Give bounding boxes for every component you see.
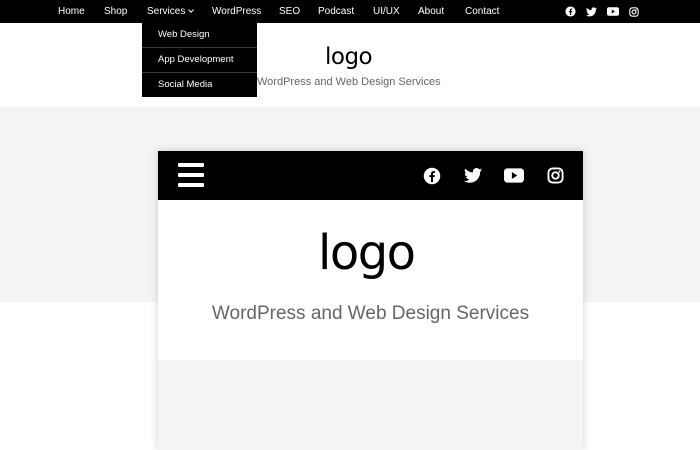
facebook-icon[interactable]: [565, 0, 576, 23]
instagram-icon[interactable]: [547, 151, 564, 200]
facebook-icon[interactable]: [423, 151, 441, 200]
card-logo[interactable]: logo: [318, 229, 416, 277]
nav-item-wordpress[interactable]: WordPress: [212, 0, 261, 23]
card-tagline: WordPress and Web Design Services: [211, 303, 530, 324]
dropdown-item-social-media[interactable]: Social Media: [142, 73, 257, 97]
twitter-icon[interactable]: [586, 0, 597, 23]
card-grey-section: [158, 360, 583, 450]
mobile-top-bar: [158, 151, 583, 200]
nav-item-home[interactable]: Home: [58, 0, 85, 23]
youtube-icon[interactable]: [504, 151, 524, 200]
nav-item-contact[interactable]: Contact: [465, 0, 499, 23]
nav-item-services[interactable]: Services: [147, 0, 195, 23]
nav-item-shop[interactable]: Shop: [104, 0, 127, 23]
nav-item-services-label: Services: [147, 6, 186, 17]
nav-item-seo[interactable]: SEO: [279, 0, 300, 23]
dropdown-item-app-development[interactable]: App Development: [142, 48, 257, 72]
nav-item-podcast[interactable]: Podcast: [318, 0, 354, 23]
mobile-header-preview-card: logo WordPress and Web Design Services: [158, 151, 583, 450]
header-tagline: WordPress and Web Design Services: [257, 76, 441, 88]
youtube-icon[interactable]: [607, 0, 619, 23]
nav-item-about[interactable]: About: [418, 0, 444, 23]
top-navigation-bar: Home Shop Services WordPress SEO Podcast…: [0, 0, 700, 23]
dropdown-item-web-design[interactable]: Web Design: [142, 23, 257, 47]
twitter-icon[interactable]: [464, 151, 482, 200]
nav-item-uiux[interactable]: UI/UX: [373, 0, 400, 23]
hamburger-icon[interactable]: [178, 163, 204, 187]
instagram-icon[interactable]: [629, 0, 639, 23]
header-logo[interactable]: logo: [325, 44, 373, 70]
services-dropdown-menu: Web Design App Development Social Media: [142, 23, 257, 97]
chevron-down-icon: [188, 7, 195, 13]
